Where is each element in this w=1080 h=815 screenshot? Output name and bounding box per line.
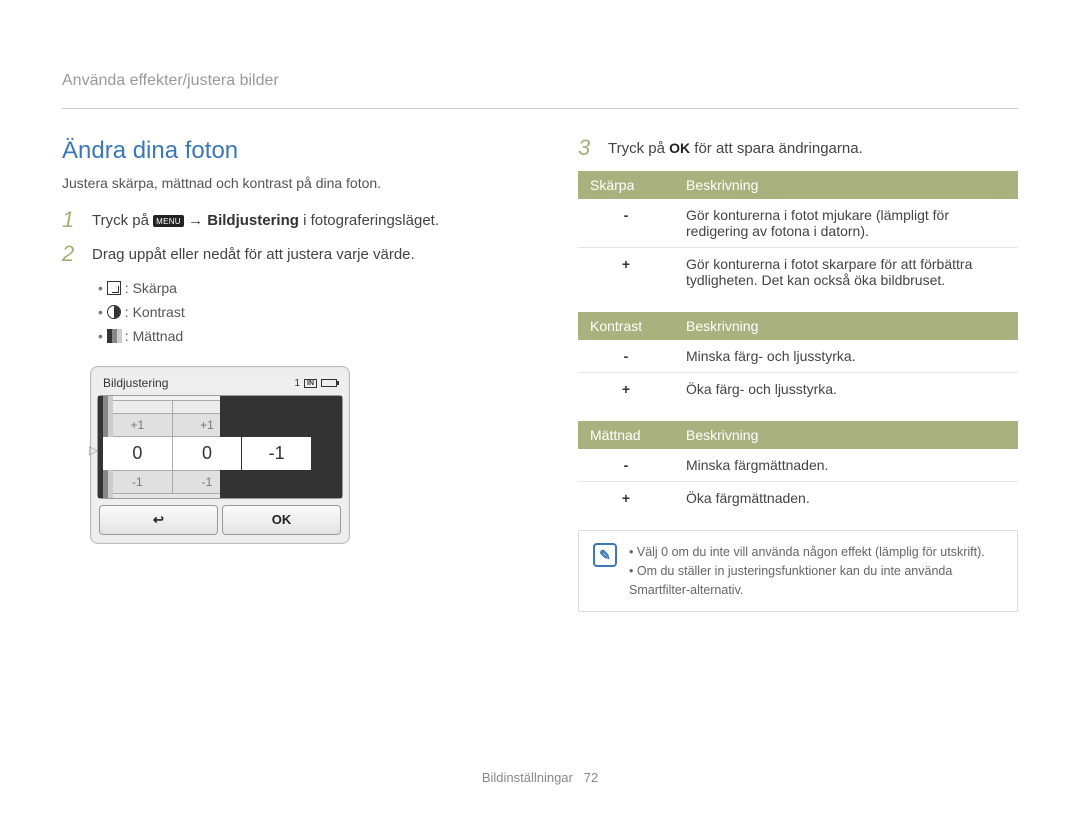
cell-active: 0	[172, 437, 242, 471]
col-icon-contrast	[172, 401, 242, 414]
td-key: -	[578, 340, 674, 373]
td-key: -	[578, 449, 674, 482]
ok-button[interactable]: OK	[222, 505, 341, 535]
footer-page: 72	[584, 770, 598, 785]
cell: -1	[103, 471, 173, 494]
td-key: -	[578, 199, 674, 248]
divider	[62, 108, 1018, 109]
subtitle: Justera skärpa, mättnad och kontrast på …	[62, 175, 522, 191]
th: Beskrivning	[674, 171, 1018, 199]
camera-screen-mock: Bildjustering 1 IN ▣ ✋ ▢	[90, 366, 350, 544]
saturation-icon	[107, 329, 121, 343]
step-1-text-a: Tryck på	[92, 212, 153, 229]
td-val: Öka färgmättnaden.	[674, 482, 1018, 515]
step-1-bold: Bildjustering	[207, 212, 299, 229]
col-icon-sharp	[103, 401, 173, 414]
td-key: +	[578, 373, 674, 406]
note-line: Om du ställer in justeringsfunktioner ka…	[629, 562, 1003, 600]
td-key: +	[578, 248, 674, 297]
menu-icon: MENU	[153, 215, 184, 227]
screen-title: Bildjustering	[103, 376, 168, 390]
td-val: Minska färg- och ljusstyrka.	[674, 340, 1018, 373]
step-3: 3 Tryck på OK för att spara ändringarna.	[578, 137, 1018, 159]
th: Beskrivning	[674, 312, 1018, 340]
table-saturation: MättnadBeskrivning -Minska färgmättnaden…	[578, 421, 1018, 514]
step-2: 2 Drag uppåt eller nedåt för att justera…	[62, 243, 522, 265]
ok-icon: OK	[669, 140, 690, 156]
back-button[interactable]: ↩	[99, 505, 218, 535]
step-1: 1 Tryck på MENU → Bildjustering i fotogr…	[62, 209, 522, 231]
note-icon: ✎	[593, 543, 617, 567]
table-sharpness: SkärpaBeskrivning -Gör konturerna i foto…	[578, 171, 1018, 296]
legend-list: : Skärpa : Kontrast : Mättnad	[98, 277, 522, 348]
th: Kontrast	[578, 312, 674, 340]
step-3-text-a: Tryck på	[608, 140, 669, 157]
screen-count: 1	[294, 378, 300, 389]
legend-sat: : Mättnad	[125, 328, 183, 344]
td-val: Minska färgmättnaden.	[674, 449, 1018, 482]
step-number: 1	[62, 209, 82, 231]
step-1-text-c: i fotograferingsläget.	[303, 212, 439, 229]
td-key: +	[578, 482, 674, 515]
step-1-arrow: →	[188, 212, 207, 229]
footer-label: Bildinställningar	[482, 770, 573, 785]
breadcrumb: Använda effekter/justera bilder	[62, 72, 1018, 90]
battery-icon	[321, 379, 337, 387]
step-3-text-b: för att spara ändringarna.	[694, 140, 862, 157]
step-number: 2	[62, 243, 82, 265]
td-val: Gör konturerna i fotot skarpare för att …	[674, 248, 1018, 297]
sharpness-icon	[107, 281, 121, 295]
td-val: Gör konturerna i fotot mjukare (lämpligt…	[674, 199, 1018, 248]
legend-sharp: : Skärpa	[125, 280, 177, 296]
storage-icon: IN	[304, 379, 317, 388]
td-val: Öka färg- och ljusstyrka.	[674, 373, 1018, 406]
note-box: ✎ Välj 0 om du inte vill använda någon e…	[578, 530, 1018, 612]
note-line: Välj 0 om du inte vill använda någon eff…	[629, 543, 1003, 562]
step-number: 3	[578, 137, 598, 159]
th: Beskrivning	[674, 421, 1018, 449]
cell-active: -1	[242, 437, 312, 471]
legend-contrast: : Kontrast	[125, 304, 185, 320]
page-title: Ändra dina foton	[62, 137, 522, 165]
cell: +1	[103, 414, 173, 437]
th: Skärpa	[578, 171, 674, 199]
table-contrast: KontrastBeskrivning -Minska färg- och lj…	[578, 312, 1018, 405]
contrast-icon	[107, 305, 121, 319]
th: Mättnad	[578, 421, 674, 449]
page-footer: Bildinställningar 72	[0, 770, 1080, 785]
step-2-text: Drag uppåt eller nedåt för att justera v…	[92, 243, 415, 265]
cell-active: 0	[103, 437, 173, 471]
